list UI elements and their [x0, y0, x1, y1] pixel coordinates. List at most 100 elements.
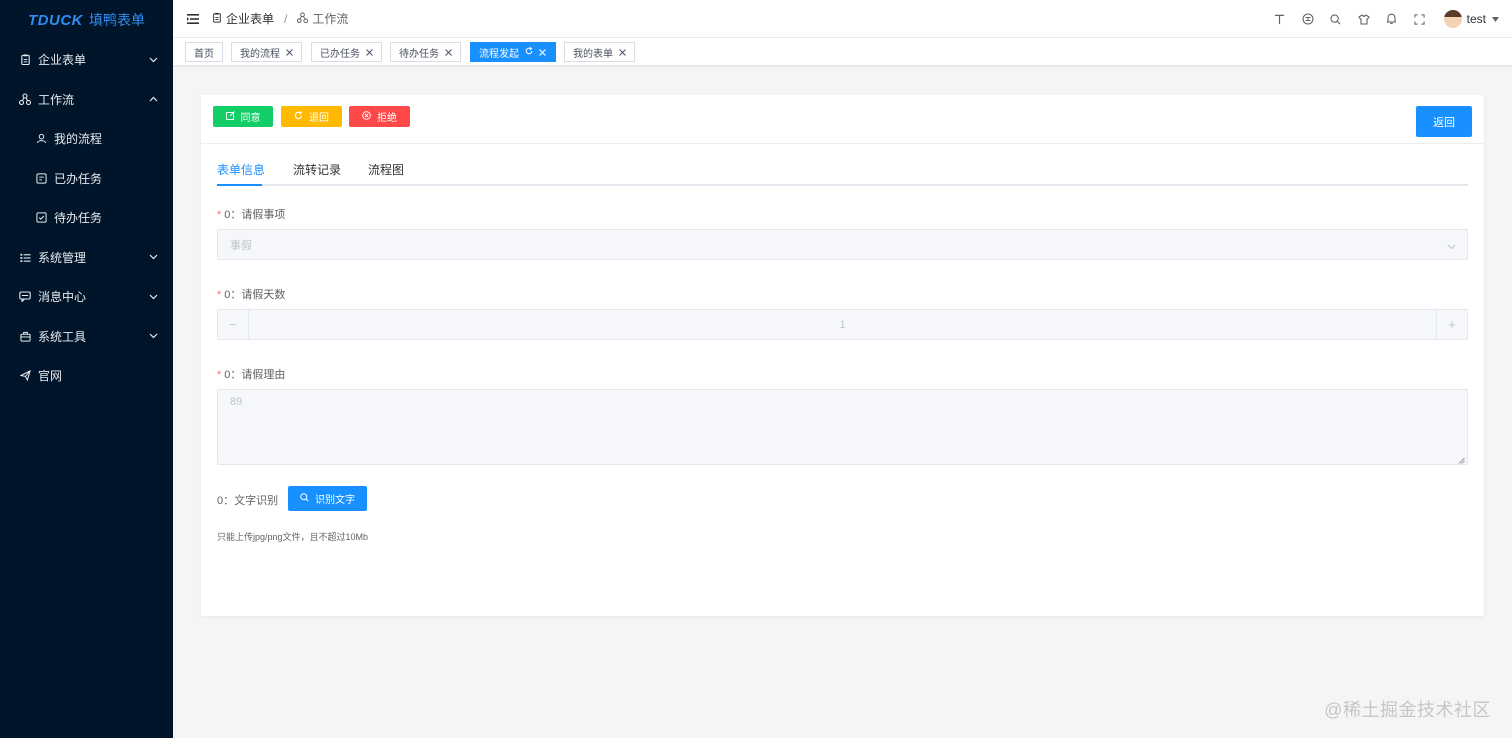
edit-icon	[225, 110, 235, 123]
fullscreen-icon[interactable]	[1406, 0, 1434, 38]
tag-my-forms[interactable]: 我的表单	[564, 42, 635, 62]
tag-label: 我的流程	[240, 48, 280, 60]
breadcrumb: 企业表单 / 工作流	[212, 10, 348, 27]
search-icon	[300, 492, 309, 505]
required-mark: *	[217, 289, 222, 301]
tab-flow-records[interactable]: 流转记录	[293, 161, 341, 184]
resize-handle-icon[interactable]	[1458, 455, 1465, 464]
active-tab-indicator	[217, 184, 262, 186]
avatar[interactable]	[1443, 10, 1462, 28]
tag-start-process[interactable]: 流程发起	[470, 42, 556, 62]
sidebar: TDUCK 填鸭表单 企业表单 工作流 我的流程 已办任务 待办任务 系统管理 …	[0, 0, 173, 738]
tag-label: 我的表单	[573, 48, 613, 60]
card-header: 同意 退回 拒绝 返回	[201, 95, 1484, 144]
sidebar-item-todo-tasks[interactable]: 待办任务	[0, 198, 173, 238]
leave-reason-textarea[interactable]: 89	[217, 389, 1468, 465]
list-icon	[19, 251, 31, 263]
font-size-icon[interactable]	[1266, 0, 1294, 38]
sidebar-item-my-process[interactable]: 我的流程	[0, 119, 173, 159]
close-icon[interactable]	[619, 48, 626, 56]
tab-flowchart[interactable]: 流程图	[368, 161, 404, 184]
close-icon[interactable]	[539, 48, 546, 56]
tag-home[interactable]: 首页	[185, 42, 223, 62]
message-icon	[19, 291, 31, 303]
sidebar-item-label: 待办任务	[54, 211, 103, 226]
close-icon[interactable]	[445, 48, 452, 56]
chevron-down-icon	[148, 331, 158, 341]
bell-icon[interactable]	[1378, 0, 1406, 38]
circle-close-icon	[362, 110, 371, 123]
increase-button[interactable]: +	[1436, 310, 1467, 339]
breadcrumb-label: 企业表单	[226, 12, 275, 26]
send-icon	[19, 370, 31, 382]
breadcrumb-item-workflow: 工作流	[297, 10, 348, 27]
chevron-up-icon	[148, 94, 158, 104]
sidebar-item-label: 系统工具	[38, 329, 87, 344]
theme-icon[interactable]	[1350, 0, 1378, 38]
send-back-button-label: 退回	[309, 113, 329, 124]
leave-type-label: * 0：请假事项	[217, 206, 285, 222]
chevron-down-icon	[148, 55, 158, 65]
tag-my-process[interactable]: 我的流程	[231, 42, 302, 62]
logo-brand: TDUCK	[28, 11, 83, 29]
search-icon[interactable]	[1322, 0, 1350, 38]
refresh-icon[interactable]	[525, 46, 533, 58]
leave-type-select[interactable]: 事假	[217, 229, 1468, 260]
tab-form-info[interactable]: 表单信息	[217, 161, 265, 184]
username[interactable]: test	[1467, 12, 1486, 26]
workflow-icon	[19, 93, 31, 106]
close-icon[interactable]	[366, 48, 373, 56]
sidebar-item-done-tasks[interactable]: 已办任务	[0, 159, 173, 199]
leave-days-stepper: − 1 +	[217, 309, 1468, 340]
hamburger-menu-icon[interactable]	[187, 13, 199, 25]
return-button-label: 返回	[1433, 116, 1455, 129]
clipboard-icon	[212, 12, 222, 26]
leave-days-label: * 0：请假天数	[217, 286, 285, 302]
leave-days-input[interactable]: 1	[249, 310, 1436, 339]
sidebar-item-label: 我的流程	[54, 132, 103, 147]
leave-type-value: 事假	[230, 239, 252, 252]
close-icon[interactable]	[286, 48, 293, 56]
return-button[interactable]: 返回	[1416, 106, 1472, 137]
leave-reason-value: 89	[230, 396, 243, 408]
workflow-icon	[297, 11, 309, 26]
required-mark: *	[217, 369, 222, 381]
tag-todo-tasks[interactable]: 待办任务	[390, 42, 461, 62]
tag-label: 首页	[194, 48, 214, 60]
decrease-button[interactable]: −	[218, 310, 249, 339]
leave-type-label-text: 0：请假事项	[224, 209, 286, 221]
todo-task-icon	[35, 212, 47, 224]
upload-hint: 只能上传jpg/png文件，且不超过10Mb	[217, 532, 369, 542]
watermark: @稀土掘金技术社区	[1324, 700, 1491, 720]
sidebar-item-message-center[interactable]: 消息中心	[0, 277, 173, 317]
required-mark: *	[217, 209, 222, 221]
toolbox-icon	[19, 330, 31, 342]
reject-button-label: 拒绝	[377, 113, 397, 124]
sidebar-item-label: 企业表单	[38, 53, 87, 68]
recognize-text-button-label: 识别文字	[315, 495, 355, 506]
top-header: 企业表单 / 工作流 test	[173, 0, 1512, 38]
github-icon[interactable]	[1294, 0, 1322, 38]
breadcrumb-separator: /	[284, 11, 288, 26]
recognize-text-button[interactable]: 识别文字	[288, 486, 367, 511]
sidebar-item-workflow[interactable]: 工作流	[0, 80, 173, 120]
tag-label: 流程发起	[479, 48, 519, 60]
send-back-button[interactable]: 退回	[281, 106, 342, 127]
done-task-icon	[35, 172, 47, 184]
caret-down-icon[interactable]	[1492, 16, 1500, 22]
logo-name: 填鸭表单	[89, 12, 145, 28]
sidebar-item-system-management[interactable]: 系统管理	[0, 238, 173, 278]
logo[interactable]: TDUCK 填鸭表单	[0, 0, 173, 40]
breadcrumb-label: 工作流	[312, 12, 349, 26]
agree-button[interactable]: 同意	[213, 106, 273, 127]
sidebar-item-enterprise-forms[interactable]: 企业表单	[0, 40, 173, 80]
process-card: 同意 退回 拒绝 返回 表单信息 流转记录 流程图 * 0：请假事项 事假 * 0：…	[201, 95, 1484, 616]
chevron-down-icon	[148, 292, 158, 302]
sidebar-item-website[interactable]: 官网	[0, 356, 173, 396]
chevron-down-icon	[148, 252, 158, 262]
reject-button[interactable]: 拒绝	[349, 106, 410, 127]
sidebar-item-label: 已办任务	[54, 171, 103, 186]
sidebar-item-system-tools[interactable]: 系统工具	[0, 317, 173, 357]
breadcrumb-item-enterprise-forms[interactable]: 企业表单	[212, 10, 274, 27]
tag-done-tasks[interactable]: 已办任务	[311, 42, 382, 62]
